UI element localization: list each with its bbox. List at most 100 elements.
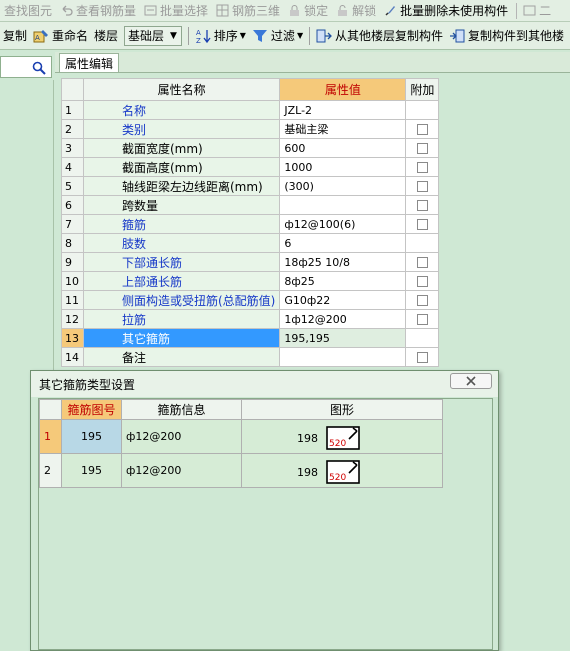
filter-button[interactable]: 过滤 ▼ xyxy=(252,27,303,44)
property-row[interactable]: 1 名称 JZL-2 xyxy=(61,100,440,120)
property-row[interactable]: 10 上部通长筋 8ф25 xyxy=(61,271,440,291)
unlock-button[interactable]: 解锁 xyxy=(336,2,376,19)
lock-label: 锁定 xyxy=(304,4,329,18)
stirrup-no-cell[interactable]: 195 xyxy=(61,453,122,488)
property-row[interactable]: 14 备注 xyxy=(61,347,440,367)
component-search-input[interactable] xyxy=(0,56,52,78)
property-extra-cell xyxy=(405,252,440,272)
property-row[interactable]: 4 截面高度(mm) 1000 xyxy=(61,157,440,177)
property-row[interactable]: 8 肢数 6 xyxy=(61,233,440,253)
stirrup-no-cell[interactable]: 195 xyxy=(61,419,122,454)
extra-checkbox[interactable] xyxy=(416,162,428,173)
property-value[interactable]: JZL-2 xyxy=(279,100,407,120)
property-value[interactable]: G10ф22 xyxy=(279,290,407,310)
stirrup-info-cell[interactable]: ф12@200 xyxy=(121,453,242,488)
stirrup-row[interactable]: 1 195 ф12@200 198 520 xyxy=(39,419,443,454)
rename-button[interactable]: A 重命名 xyxy=(33,27,88,44)
dialog-title-bar: 其它箍筋类型设置 xyxy=(31,371,498,397)
stirrup-table: 箍筋图号 箍筋信息 图形 1 195 ф12@200 198 520 2 195 ф12@20… xyxy=(39,399,443,488)
find-element-button[interactable]: 查找图元 xyxy=(4,2,52,19)
property-value[interactable]: (300) xyxy=(279,176,407,196)
extra-checkbox[interactable] xyxy=(416,295,428,306)
property-value[interactable]: 1000 xyxy=(279,157,407,177)
stirrup-dim-b: 520 xyxy=(329,439,346,449)
property-row[interactable]: 13 其它箍筋 195,195 xyxy=(61,328,440,348)
dropdown-arrow-icon: ▼ xyxy=(169,30,177,41)
extra-checkbox[interactable] xyxy=(416,314,428,325)
copy-button[interactable]: 复制 xyxy=(3,27,27,44)
extra-checkbox[interactable] xyxy=(416,124,428,135)
property-row[interactable]: 12 拉筋 1ф12@200 xyxy=(61,309,440,329)
stirrup-info-header: 箍筋信息 xyxy=(121,399,242,420)
tab-property-edit[interactable]: 属性编辑 xyxy=(59,53,119,73)
property-extra-cell xyxy=(405,176,440,196)
copy-to-floor-label: 复制构件到其他楼 xyxy=(467,29,564,43)
sort-label: 排序 xyxy=(213,29,238,43)
property-value[interactable]: ф12@100(6) xyxy=(279,214,407,234)
property-row[interactable]: 3 截面宽度(mm) 600 xyxy=(61,138,440,158)
batch-select-button[interactable]: 批量选择 xyxy=(144,2,208,19)
toolbar-separator xyxy=(187,26,189,45)
overflow-button[interactable]: 二 xyxy=(523,2,551,19)
property-row[interactable]: 6 跨数量 xyxy=(61,195,440,215)
lock-button[interactable]: 锁定 xyxy=(288,2,328,19)
rebar-3d-label: 钢筋三维 xyxy=(232,4,281,18)
stirrup-table-header: 箍筋图号 箍筋信息 图形 xyxy=(39,399,443,420)
filter-funnel-icon xyxy=(252,29,267,42)
property-extra-cell xyxy=(405,233,440,253)
stirrup-row[interactable]: 2 195 ф12@200 198 520 xyxy=(39,453,443,488)
row-number: 1 xyxy=(61,100,84,120)
copy-to-floor-button[interactable]: 复制构件到其他楼 xyxy=(449,27,564,44)
property-value[interactable]: 600 xyxy=(279,138,407,158)
extra-checkbox[interactable] xyxy=(416,352,428,363)
extra-checkbox[interactable] xyxy=(416,257,428,268)
view-rebar-label: 查看钢筋量 xyxy=(76,4,137,18)
extra-checkbox[interactable] xyxy=(416,200,428,211)
stirrup-info-cell[interactable]: ф12@200 xyxy=(121,419,242,454)
view-rebar-button[interactable]: 查看钢筋量 xyxy=(60,2,136,19)
dropdown-arrow-icon: ▼ xyxy=(239,31,246,40)
property-extra-cell xyxy=(405,328,440,348)
stirrup-shape-cell[interactable]: 198 520 xyxy=(241,453,443,488)
property-extra-cell xyxy=(405,214,440,234)
floor-select-value: 基础层 xyxy=(128,29,165,43)
extra-checkbox[interactable] xyxy=(416,181,428,192)
property-value[interactable]: 195,195 xyxy=(279,328,407,348)
property-value[interactable]: 6 xyxy=(279,233,407,253)
property-row[interactable]: 7 箍筋 ф12@100(6) xyxy=(61,214,440,234)
stirrup-table-area: 箍筋图号 箍筋信息 图形 1 195 ф12@200 198 520 2 195 ф12@20… xyxy=(38,398,493,650)
rebar-3d-button[interactable]: 钢筋三维 xyxy=(216,2,280,19)
property-extra-cell xyxy=(405,100,440,120)
stirrup-no-header: 箍筋图号 xyxy=(61,399,122,420)
rebar-3d-icon xyxy=(216,4,229,17)
property-value[interactable] xyxy=(279,195,407,215)
property-row[interactable]: 9 下部通长筋 18ф25 10/8 xyxy=(61,252,440,272)
property-row[interactable]: 11 侧面构造或受扭筋(总配筋值) G10ф22 xyxy=(61,290,440,310)
extra-checkbox[interactable] xyxy=(416,143,428,154)
sort-button[interactable]: AZ 排序 ▼ xyxy=(195,27,246,44)
secondary-toolbar: 查找图元 查看钢筋量 批量选择 钢筋三维 锁定 解锁 批量删除未使用构件 二 xyxy=(0,0,570,22)
floor-select[interactable]: 基础层 ▼ xyxy=(124,25,182,46)
property-extra-cell xyxy=(405,309,440,329)
property-value[interactable] xyxy=(279,347,407,367)
property-extra-cell xyxy=(405,138,440,158)
dialog-close-button[interactable] xyxy=(450,373,492,389)
row-number-header xyxy=(39,399,62,420)
floor-label-text: 楼层 xyxy=(94,29,119,43)
stirrup-shape-cell[interactable]: 198 520 xyxy=(241,419,443,454)
property-value-header: 属性值 xyxy=(279,78,407,101)
property-name: 上部通长筋 xyxy=(82,271,281,291)
copy-from-floor-button[interactable]: 从其他楼层复制构件 xyxy=(316,27,443,44)
search-button[interactable] xyxy=(29,59,49,77)
property-row[interactable]: 5 轴线距梁左边线距离(mm) (300) xyxy=(61,176,440,196)
batch-delete-unused-button[interactable]: 批量删除未使用构件 xyxy=(384,2,508,19)
property-row[interactable]: 2 类别 基础主梁 xyxy=(61,119,440,139)
property-value[interactable]: 8ф25 xyxy=(279,271,407,291)
property-value[interactable]: 1ф12@200 xyxy=(279,309,407,329)
extra-checkbox[interactable] xyxy=(416,219,428,230)
property-value[interactable]: 18ф25 10/8 xyxy=(279,252,407,272)
property-name-header: 属性名称 xyxy=(82,78,281,101)
extra-checkbox[interactable] xyxy=(416,276,428,287)
property-value[interactable]: 基础主梁 xyxy=(279,119,407,139)
property-name: 下部通长筋 xyxy=(82,252,281,272)
